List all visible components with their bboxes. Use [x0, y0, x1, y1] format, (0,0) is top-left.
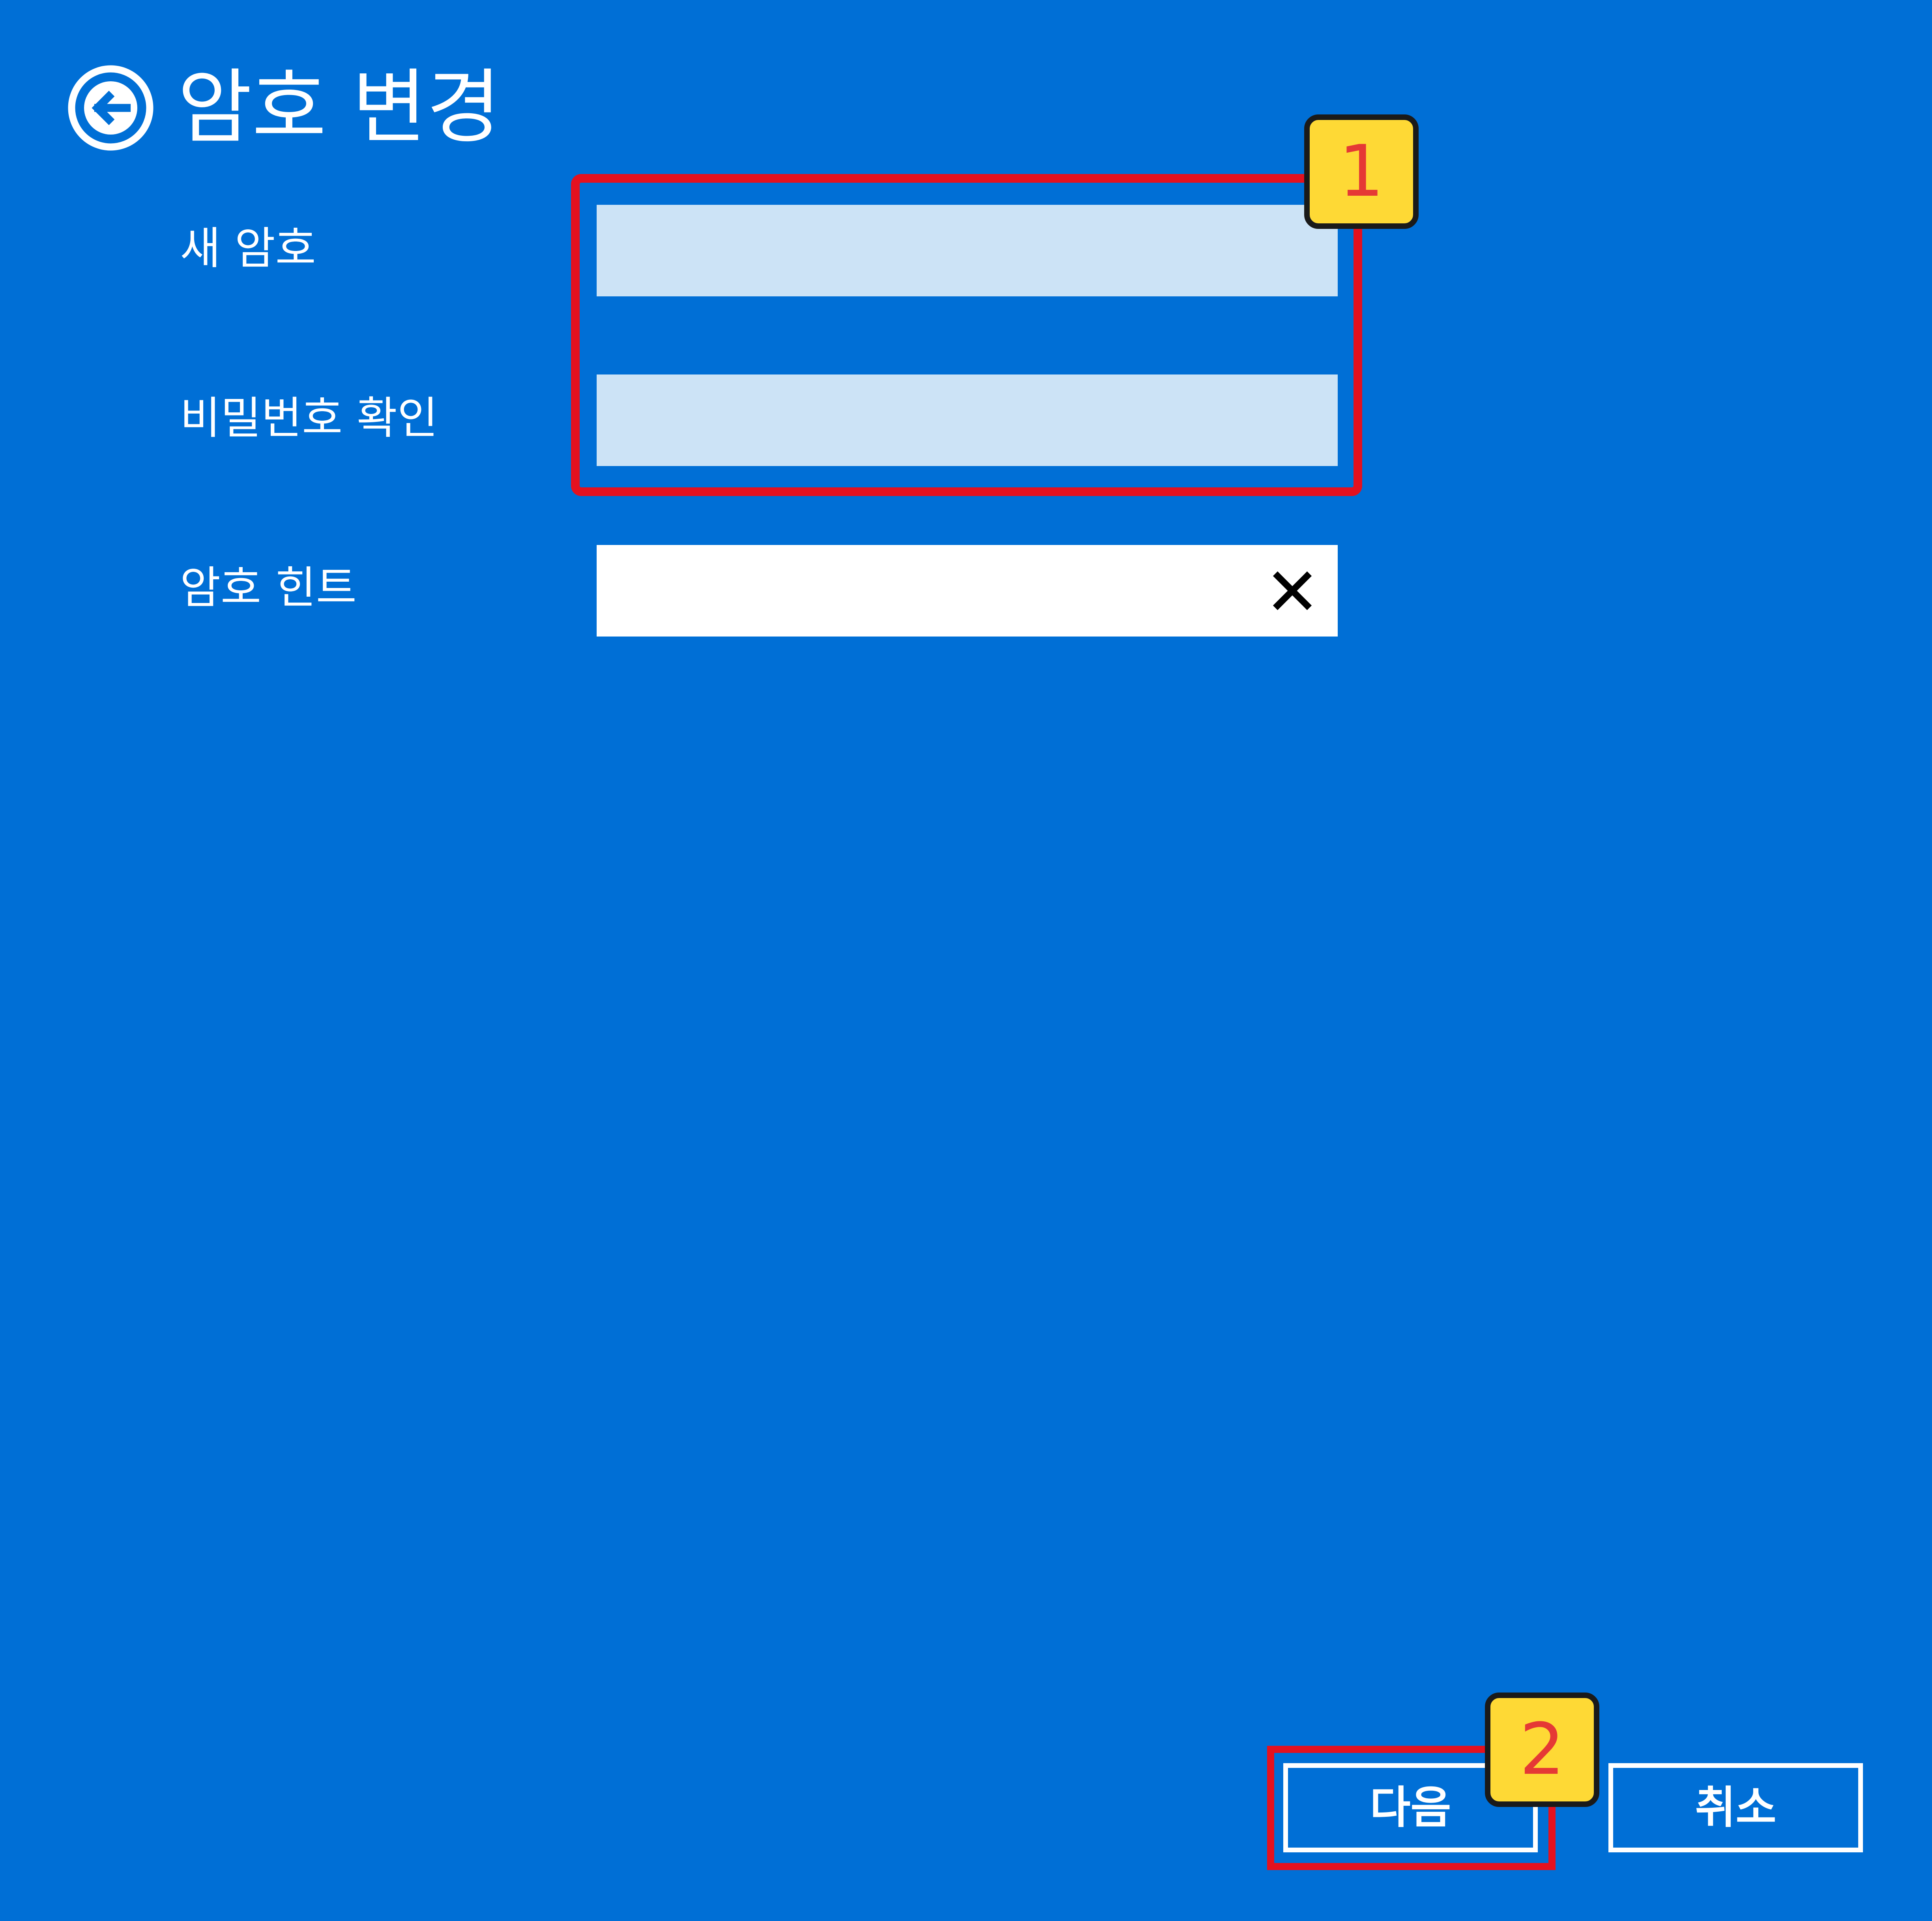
- arrow-left-circle-icon: [68, 65, 154, 151]
- confirm-password-label: 비밀번호 확인: [180, 393, 438, 444]
- password-hint-input[interactable]: [597, 545, 1338, 637]
- confirm-password-input[interactable]: [597, 374, 1338, 466]
- password-hint-label: 암호 힌트: [180, 562, 357, 614]
- step-2-badge: 2: [1485, 1693, 1599, 1807]
- clear-hint-button[interactable]: [1271, 569, 1314, 612]
- new-password-label: 새 암호: [180, 223, 316, 274]
- cancel-button[interactable]: 취소: [1608, 1763, 1863, 1852]
- close-icon: [1273, 571, 1312, 610]
- step-1-badge: 1: [1304, 114, 1419, 229]
- new-password-input[interactable]: [597, 205, 1338, 296]
- page-title: 암호 변경: [178, 61, 501, 155]
- back-button[interactable]: [66, 64, 155, 152]
